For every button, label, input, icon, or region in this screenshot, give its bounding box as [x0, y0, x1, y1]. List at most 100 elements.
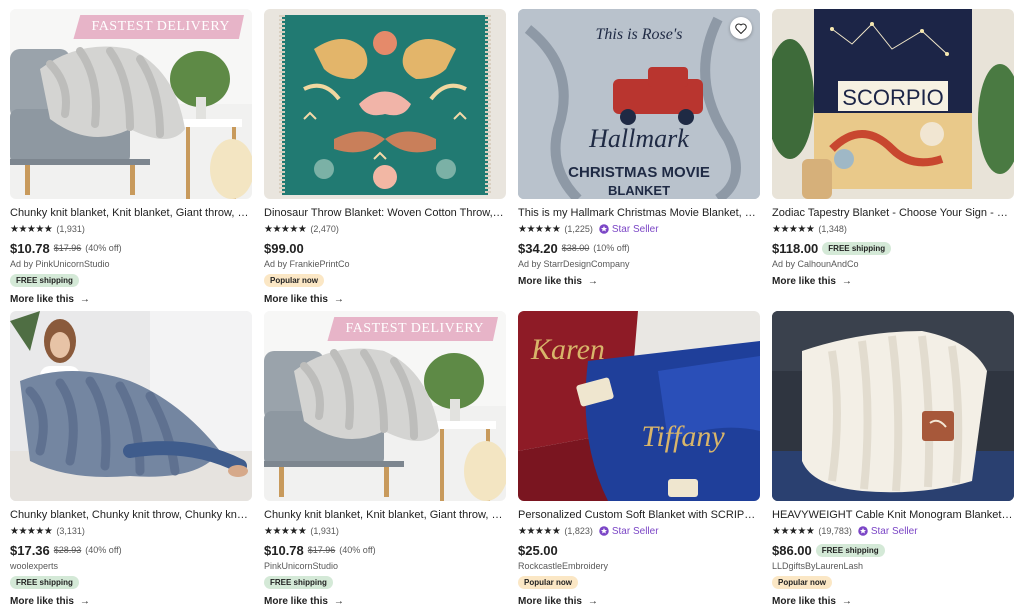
seller-name: Ad by CalhounAndCo [772, 259, 859, 269]
seller-name: LLDgiftsByLaurenLash [772, 561, 864, 571]
more-like-this-link[interactable]: More like this → [10, 596, 252, 607]
rating: ★★★★★ (1,931) [264, 524, 506, 538]
star-seller-label: Star Seller [611, 223, 659, 235]
review-count: (1,931) [310, 526, 339, 536]
listing-image[interactable] [10, 311, 252, 501]
listing-title[interactable]: This is my Hallmark Christmas Movie Blan… [518, 206, 760, 220]
listing-card[interactable]: Karen Tiffany Personalized Custom Soft B… [518, 311, 760, 607]
stars-icon: ★★★★★ [772, 525, 815, 537]
price-line: $17.36 $28.93 (40% off) [10, 541, 252, 559]
price-line: $86.00 FREE shipping [772, 541, 1014, 559]
seller-name: Ad by PinkUnicornStudio [10, 259, 110, 269]
rating: ★★★★★ (19,783) Star Seller [772, 524, 1014, 538]
listing-image[interactable]: FASTEST DELIVERY [10, 9, 252, 199]
dinosaur-throw-photo [264, 9, 506, 199]
listing-image[interactable]: FASTEST DELIVERY [264, 311, 506, 501]
more-like-this-link[interactable]: More like this → [264, 294, 506, 305]
listing-image[interactable]: This is Rose's Hallmark CHRISTMAS MOVIE … [518, 9, 760, 199]
star-seller-badge: Star Seller [599, 526, 659, 537]
review-count: (1,348) [818, 224, 847, 234]
stars-icon: ★★★★★ [264, 223, 307, 235]
woman-chunky-blanket-photo [10, 311, 252, 501]
fastest-delivery-badge: FASTEST DELIVERY [73, 15, 244, 39]
listing-title[interactable]: HEAVYWEIGHT Cable Knit Monogram Blanket … [772, 508, 1014, 522]
listing-image[interactable]: SCORPIO [772, 9, 1014, 199]
listing-title[interactable]: Personalized Custom Soft Blanket with SC… [518, 508, 760, 522]
original-price: $17.96 [53, 243, 82, 253]
blanket-text-4: BLANKET [608, 183, 670, 198]
star-seller-badge: Star Seller [599, 224, 659, 235]
cable-knit-blanket-photo [772, 311, 1014, 501]
review-count: (3,131) [56, 526, 85, 536]
zodiac-sign-text: SCORPIO [842, 85, 943, 110]
rating: ★★★★★ (1,348) [772, 222, 1014, 236]
seller-name: Ad by FrankiePrintCo [264, 259, 350, 269]
more-like-this-label: More like this [264, 596, 328, 607]
star-seller-icon [599, 224, 609, 234]
favorite-heart-button[interactable] [730, 17, 752, 39]
listing-card[interactable]: HEAVYWEIGHT Cable Knit Monogram Blanket … [772, 311, 1014, 607]
discount: (10% off) [593, 243, 630, 253]
listing-card[interactable]: This is Rose's Hallmark CHRISTMAS MOVIE … [518, 9, 760, 287]
arrow-right-icon: → [841, 276, 852, 287]
more-like-this-label: More like this [772, 596, 836, 607]
price: $10.78 [10, 240, 50, 256]
listing-image[interactable] [264, 9, 506, 199]
arrow-right-icon: → [79, 294, 90, 305]
more-like-this-link[interactable]: More like this → [772, 276, 1014, 287]
free-shipping-badge: FREE shipping [10, 576, 79, 589]
original-price: $28.93 [53, 545, 82, 555]
hallmark-blanket-photo: This is Rose's Hallmark CHRISTMAS MOVIE … [518, 9, 760, 199]
arrow-right-icon: → [587, 596, 598, 607]
listing-card[interactable]: SCORPIO Zodiac Tapestry Blanket - Choose… [772, 9, 1014, 287]
listing-image[interactable]: Karen Tiffany [518, 311, 760, 501]
stars-icon: ★★★★★ [264, 525, 307, 537]
listing-title[interactable]: Zodiac Tapestry Blanket - Choose Your Si… [772, 206, 1014, 220]
stars-icon: ★★★★★ [518, 223, 561, 235]
price-line: $10.78 $17.96 (40% off) [10, 239, 252, 257]
star-seller-icon [599, 526, 609, 536]
review-count: (1,931) [56, 224, 85, 234]
listing-title[interactable]: Dinosaur Throw Blanket: Woven Cotton Thr… [264, 206, 506, 220]
listing-title[interactable]: Chunky blanket, Chunky knit throw, Chunk… [10, 508, 252, 522]
listing-title[interactable]: Chunky knit blanket, Knit blanket, Giant… [10, 206, 252, 220]
heart-icon [735, 23, 747, 34]
zodiac-tapestry-photo: SCORPIO [772, 9, 1014, 199]
price: $10.78 [264, 542, 304, 558]
more-like-this-link[interactable]: More like this → [518, 596, 760, 607]
price: $99.00 [264, 240, 304, 256]
rating: ★★★★★ (2,470) [264, 222, 506, 236]
listing-image[interactable] [772, 311, 1014, 501]
listing-card[interactable]: FASTEST DELIVERY Chunky knit blanket, Kn… [264, 311, 506, 607]
arrow-right-icon: → [333, 294, 344, 305]
discount: (40% off) [85, 545, 122, 555]
popular-now-badge: Popular now [518, 576, 578, 589]
price-line: $25.00 [518, 541, 760, 559]
free-shipping-badge: FREE shipping [815, 543, 885, 557]
stars-icon: ★★★★★ [10, 223, 53, 235]
seller-name: woolexperts [10, 561, 59, 571]
original-price: $17.96 [307, 545, 336, 555]
more-like-this-label: More like this [264, 294, 328, 305]
listing-card[interactable]: Dinosaur Throw Blanket: Woven Cotton Thr… [264, 9, 506, 305]
listing-card[interactable]: Chunky blanket, Chunky knit throw, Chunk… [10, 311, 252, 607]
arrow-right-icon: → [79, 596, 90, 607]
blanket-text-3: CHRISTMAS MOVIE [568, 164, 710, 181]
original-price: $38.00 [561, 243, 590, 253]
personalized-blanket-photo: Karen Tiffany [518, 311, 760, 501]
more-like-this-label: More like this [772, 276, 836, 287]
price-line: $99.00 [264, 239, 506, 257]
listing-card[interactable]: FASTEST DELIVERY Chunky knit blanket, Kn… [10, 9, 252, 305]
more-like-this-link[interactable]: More like this → [10, 294, 252, 305]
more-like-this-link[interactable]: More like this → [772, 596, 1014, 607]
star-seller-label: Star Seller [611, 525, 659, 537]
seller-name: Ad by StarrDesignCompany [518, 259, 630, 269]
rating: ★★★★★ (1,823) Star Seller [518, 524, 760, 538]
price-line: $10.78 $17.96 (40% off) [264, 541, 506, 559]
more-like-this-link[interactable]: More like this → [264, 596, 506, 607]
blanket-name-2: Tiffany [641, 420, 725, 453]
listing-title[interactable]: Chunky knit blanket, Knit blanket, Giant… [264, 508, 506, 522]
more-like-this-label: More like this [10, 294, 74, 305]
price: $17.36 [10, 542, 50, 558]
more-like-this-link[interactable]: More like this → [518, 276, 760, 287]
